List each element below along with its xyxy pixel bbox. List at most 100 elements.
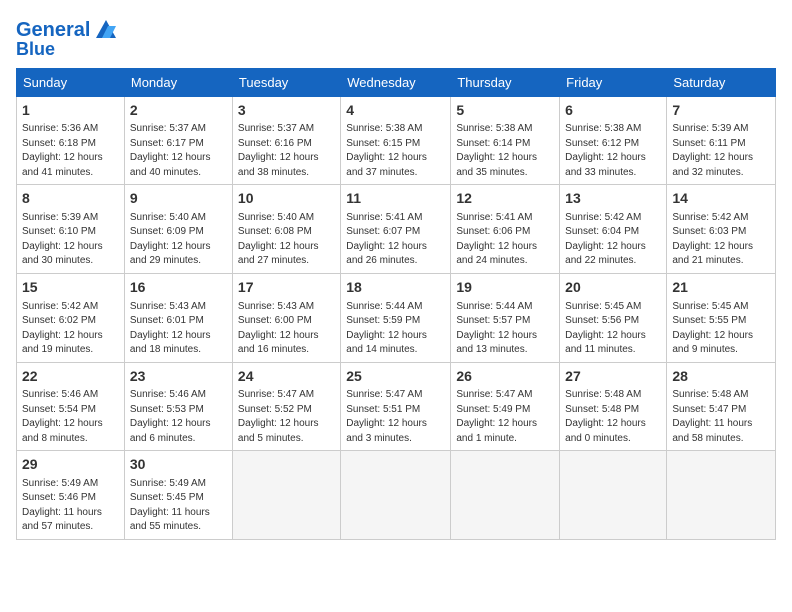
day-number: 13 (565, 189, 661, 209)
calendar-week-row: 8Sunrise: 5:39 AMSunset: 6:10 PMDaylight… (17, 185, 776, 274)
day-info: Sunrise: 5:49 AMSunset: 5:46 PMDaylight:… (22, 477, 119, 535)
calendar-cell: 28Sunrise: 5:48 AMSunset: 5:47 PMDayligh… (667, 362, 776, 451)
calendar-cell: 14Sunrise: 5:42 AMSunset: 6:03 PMDayligh… (667, 185, 776, 274)
day-number: 15 (22, 278, 119, 298)
day-number: 25 (346, 367, 445, 387)
calendar-cell: 30Sunrise: 5:49 AMSunset: 5:45 PMDayligh… (124, 451, 232, 540)
day-info: Sunrise: 5:42 AMSunset: 6:03 PMDaylight:… (672, 211, 770, 269)
day-number: 29 (22, 455, 119, 475)
day-info: Sunrise: 5:37 AMSunset: 6:16 PMDaylight:… (238, 122, 335, 180)
day-number: 20 (565, 278, 661, 298)
day-number: 10 (238, 189, 335, 209)
calendar-cell (232, 451, 340, 540)
day-number: 26 (456, 367, 554, 387)
day-number: 18 (346, 278, 445, 298)
day-info: Sunrise: 5:38 AMSunset: 6:12 PMDaylight:… (565, 122, 661, 180)
weekday-header-tuesday: Tuesday (232, 68, 340, 96)
day-info: Sunrise: 5:43 AMSunset: 6:00 PMDaylight:… (238, 300, 335, 358)
calendar-cell: 3Sunrise: 5:37 AMSunset: 6:16 PMDaylight… (232, 96, 340, 185)
day-number: 2 (130, 101, 227, 121)
calendar-cell: 7Sunrise: 5:39 AMSunset: 6:11 PMDaylight… (667, 96, 776, 185)
header: General Blue (16, 16, 776, 60)
day-info: Sunrise: 5:40 AMSunset: 6:08 PMDaylight:… (238, 211, 335, 269)
calendar-cell: 10Sunrise: 5:40 AMSunset: 6:08 PMDayligh… (232, 185, 340, 274)
calendar-cell: 4Sunrise: 5:38 AMSunset: 6:15 PMDaylight… (341, 96, 451, 185)
day-number: 5 (456, 101, 554, 121)
calendar-week-row: 1Sunrise: 5:36 AMSunset: 6:18 PMDaylight… (17, 96, 776, 185)
day-number: 4 (346, 101, 445, 121)
day-number: 24 (238, 367, 335, 387)
calendar-cell: 6Sunrise: 5:38 AMSunset: 6:12 PMDaylight… (560, 96, 667, 185)
day-info: Sunrise: 5:47 AMSunset: 5:51 PMDaylight:… (346, 388, 445, 446)
day-number: 21 (672, 278, 770, 298)
calendar-cell: 2Sunrise: 5:37 AMSunset: 6:17 PMDaylight… (124, 96, 232, 185)
day-info: Sunrise: 5:42 AMSunset: 6:02 PMDaylight:… (22, 300, 119, 358)
day-number: 16 (130, 278, 227, 298)
calendar-cell: 12Sunrise: 5:41 AMSunset: 6:06 PMDayligh… (451, 185, 560, 274)
day-number: 9 (130, 189, 227, 209)
calendar-cell: 27Sunrise: 5:48 AMSunset: 5:48 PMDayligh… (560, 362, 667, 451)
weekday-header-thursday: Thursday (451, 68, 560, 96)
day-info: Sunrise: 5:48 AMSunset: 5:47 PMDaylight:… (672, 388, 770, 446)
day-info: Sunrise: 5:47 AMSunset: 5:49 PMDaylight:… (456, 388, 554, 446)
day-info: Sunrise: 5:44 AMSunset: 5:57 PMDaylight:… (456, 300, 554, 358)
day-number: 23 (130, 367, 227, 387)
calendar-cell: 25Sunrise: 5:47 AMSunset: 5:51 PMDayligh… (341, 362, 451, 451)
calendar-week-row: 22Sunrise: 5:46 AMSunset: 5:54 PMDayligh… (17, 362, 776, 451)
day-number: 19 (456, 278, 554, 298)
calendar-cell: 15Sunrise: 5:42 AMSunset: 6:02 PMDayligh… (17, 273, 125, 362)
day-info: Sunrise: 5:45 AMSunset: 5:55 PMDaylight:… (672, 300, 770, 358)
day-number: 12 (456, 189, 554, 209)
weekday-header-sunday: Sunday (17, 68, 125, 96)
calendar-cell: 16Sunrise: 5:43 AMSunset: 6:01 PMDayligh… (124, 273, 232, 362)
day-info: Sunrise: 5:46 AMSunset: 5:53 PMDaylight:… (130, 388, 227, 446)
calendar-cell: 29Sunrise: 5:49 AMSunset: 5:46 PMDayligh… (17, 451, 125, 540)
day-info: Sunrise: 5:36 AMSunset: 6:18 PMDaylight:… (22, 122, 119, 180)
day-info: Sunrise: 5:37 AMSunset: 6:17 PMDaylight:… (130, 122, 227, 180)
logo-text: General (16, 19, 90, 41)
day-number: 7 (672, 101, 770, 121)
day-info: Sunrise: 5:46 AMSunset: 5:54 PMDaylight:… (22, 388, 119, 446)
calendar-cell: 19Sunrise: 5:44 AMSunset: 5:57 PMDayligh… (451, 273, 560, 362)
calendar-cell: 20Sunrise: 5:45 AMSunset: 5:56 PMDayligh… (560, 273, 667, 362)
day-number: 17 (238, 278, 335, 298)
day-info: Sunrise: 5:48 AMSunset: 5:48 PMDaylight:… (565, 388, 661, 446)
weekday-header-friday: Friday (560, 68, 667, 96)
day-info: Sunrise: 5:41 AMSunset: 6:07 PMDaylight:… (346, 211, 445, 269)
calendar-cell (451, 451, 560, 540)
calendar-cell: 1Sunrise: 5:36 AMSunset: 6:18 PMDaylight… (17, 96, 125, 185)
day-number: 3 (238, 101, 335, 121)
weekday-header-wednesday: Wednesday (341, 68, 451, 96)
weekday-header-saturday: Saturday (667, 68, 776, 96)
day-info: Sunrise: 5:41 AMSunset: 6:06 PMDaylight:… (456, 211, 554, 269)
calendar-cell: 18Sunrise: 5:44 AMSunset: 5:59 PMDayligh… (341, 273, 451, 362)
day-number: 27 (565, 367, 661, 387)
calendar-cell: 9Sunrise: 5:40 AMSunset: 6:09 PMDaylight… (124, 185, 232, 274)
day-info: Sunrise: 5:49 AMSunset: 5:45 PMDaylight:… (130, 477, 227, 535)
day-number: 22 (22, 367, 119, 387)
calendar-table: SundayMondayTuesdayWednesdayThursdayFrid… (16, 68, 776, 540)
calendar-cell (667, 451, 776, 540)
logo: General Blue (16, 16, 120, 60)
calendar-cell: 22Sunrise: 5:46 AMSunset: 5:54 PMDayligh… (17, 362, 125, 451)
day-number: 30 (130, 455, 227, 475)
day-info: Sunrise: 5:39 AMSunset: 6:10 PMDaylight:… (22, 211, 119, 269)
calendar-cell: 26Sunrise: 5:47 AMSunset: 5:49 PMDayligh… (451, 362, 560, 451)
day-number: 14 (672, 189, 770, 209)
calendar-cell: 23Sunrise: 5:46 AMSunset: 5:53 PMDayligh… (124, 362, 232, 451)
weekday-header-row: SundayMondayTuesdayWednesdayThursdayFrid… (17, 68, 776, 96)
calendar-cell (560, 451, 667, 540)
day-info: Sunrise: 5:45 AMSunset: 5:56 PMDaylight:… (565, 300, 661, 358)
calendar-cell: 5Sunrise: 5:38 AMSunset: 6:14 PMDaylight… (451, 96, 560, 185)
calendar-cell: 11Sunrise: 5:41 AMSunset: 6:07 PMDayligh… (341, 185, 451, 274)
day-number: 8 (22, 189, 119, 209)
calendar-cell: 24Sunrise: 5:47 AMSunset: 5:52 PMDayligh… (232, 362, 340, 451)
calendar-cell: 13Sunrise: 5:42 AMSunset: 6:04 PMDayligh… (560, 185, 667, 274)
calendar-week-row: 15Sunrise: 5:42 AMSunset: 6:02 PMDayligh… (17, 273, 776, 362)
day-info: Sunrise: 5:47 AMSunset: 5:52 PMDaylight:… (238, 388, 335, 446)
calendar-cell (341, 451, 451, 540)
calendar-week-row: 29Sunrise: 5:49 AMSunset: 5:46 PMDayligh… (17, 451, 776, 540)
day-number: 11 (346, 189, 445, 209)
calendar-cell: 17Sunrise: 5:43 AMSunset: 6:00 PMDayligh… (232, 273, 340, 362)
calendar-cell: 21Sunrise: 5:45 AMSunset: 5:55 PMDayligh… (667, 273, 776, 362)
